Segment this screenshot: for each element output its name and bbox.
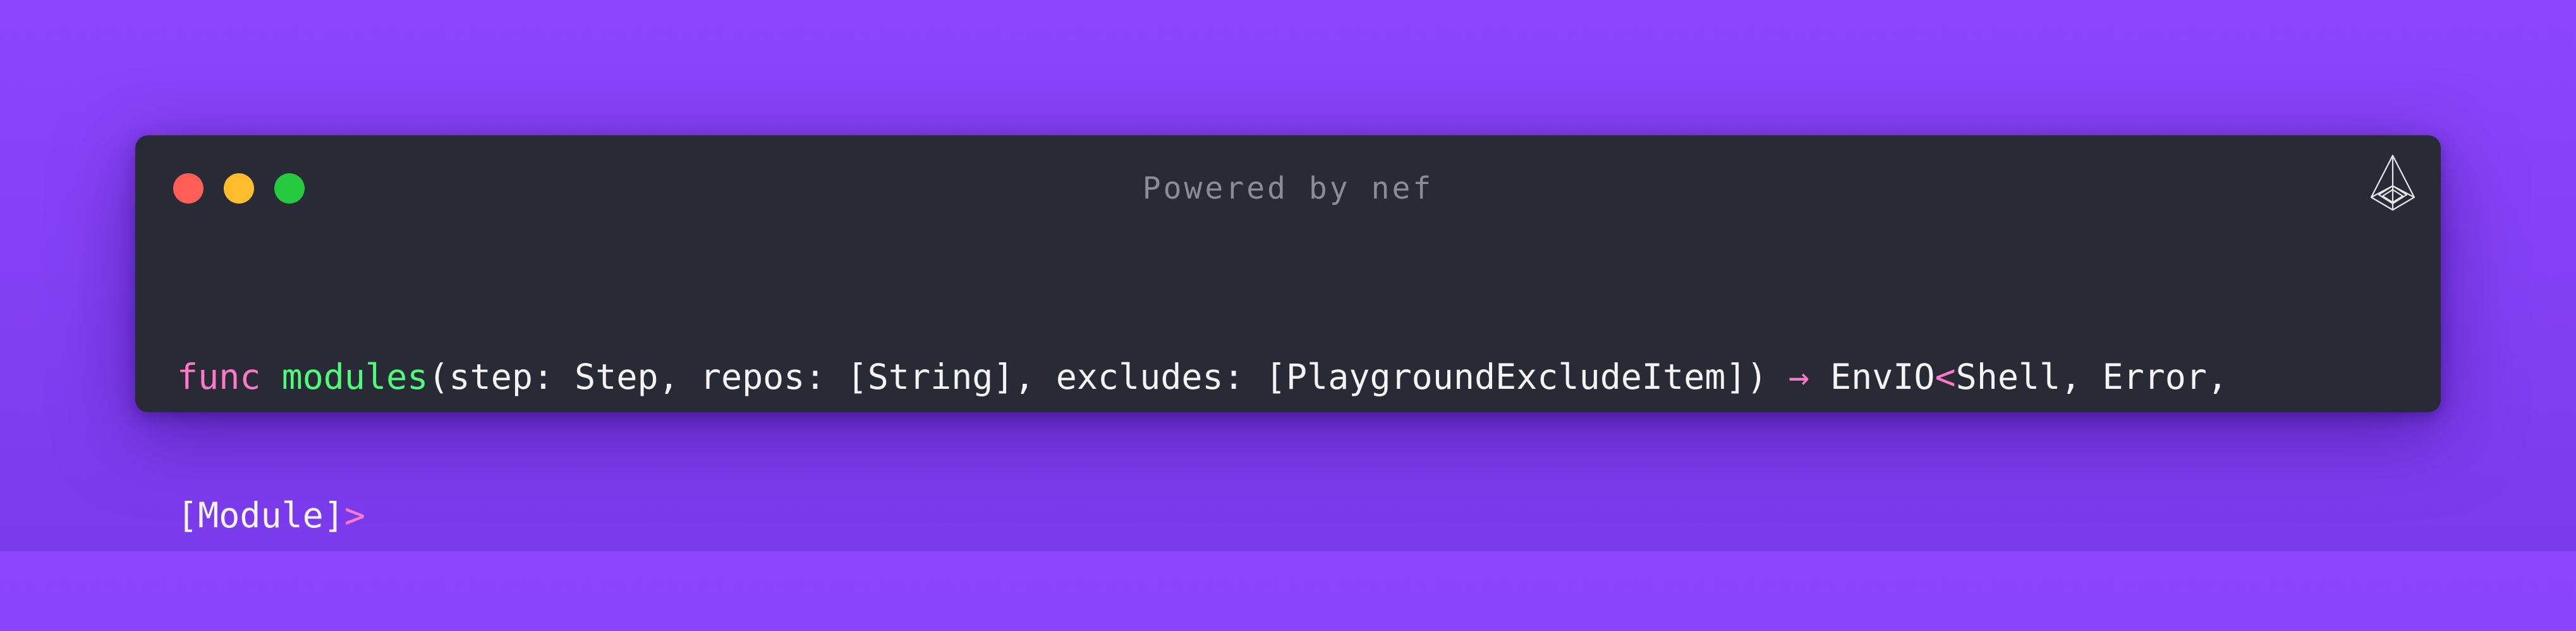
code-line-2: [Module]> [177, 493, 2402, 539]
code-return-type: EnvIO [1830, 357, 1935, 397]
code-generic-open: < [1935, 357, 1956, 397]
code-function-name: modules [281, 357, 428, 397]
nef-logo-icon [2370, 154, 2415, 211]
code-generic-args: Shell, Error, [1955, 357, 2228, 397]
code-keyword: func [177, 357, 261, 397]
code-return-arrow: → [1788, 357, 1809, 397]
code-generic-close: > [344, 495, 366, 536]
code-generic-continuation: [Module] [177, 495, 344, 536]
window-title: Powered by nef [1142, 171, 1434, 206]
code-window: Powered by nef func modules(step: Step, … [135, 135, 2441, 536]
code-parameters: (step: Step, repos: [String], excludes: … [428, 357, 1768, 397]
code-line-1: func modules(step: Step, repos: [String]… [177, 354, 2402, 400]
code-snippet: func modules(step: Step, repos: [String]… [177, 262, 2402, 631]
window-titlebar: Powered by nef [135, 135, 2441, 243]
